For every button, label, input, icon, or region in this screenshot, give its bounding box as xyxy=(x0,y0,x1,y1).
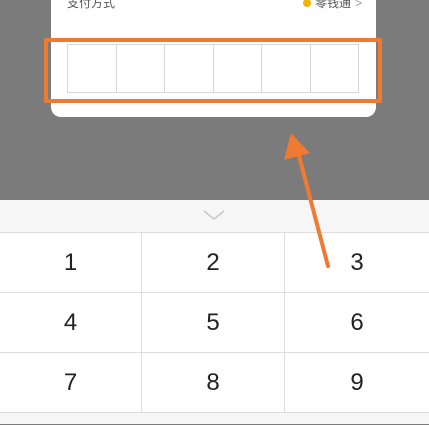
chevron-down-icon[interactable] xyxy=(202,208,226,222)
payment-method-row[interactable]: 支付方式 零钱通 > xyxy=(51,0,376,14)
keypad: 1 2 3 4 5 6 7 8 9 xyxy=(0,232,429,425)
key-1[interactable]: 1 xyxy=(0,233,142,293)
key-5[interactable]: 5 xyxy=(142,293,285,353)
key-6[interactable]: 6 xyxy=(285,293,429,353)
key-9[interactable]: 9 xyxy=(285,353,429,413)
chevron-right-icon: > xyxy=(354,0,362,10)
key-7[interactable]: 7 xyxy=(0,353,142,413)
key-8[interactable]: 8 xyxy=(142,353,285,413)
key-3[interactable]: 3 xyxy=(285,233,429,293)
payment-method-value: 零钱通 xyxy=(314,0,351,10)
key-4[interactable]: 4 xyxy=(0,293,142,353)
wallet-icon xyxy=(302,0,311,7)
key-2[interactable]: 2 xyxy=(142,233,285,293)
number-keyboard: 1 2 3 4 5 6 7 8 9 xyxy=(0,200,429,424)
highlight-box xyxy=(44,38,382,103)
payment-method-label: 支付方式 xyxy=(67,0,116,10)
payment-method-selector[interactable]: 零钱通 > xyxy=(302,0,362,11)
